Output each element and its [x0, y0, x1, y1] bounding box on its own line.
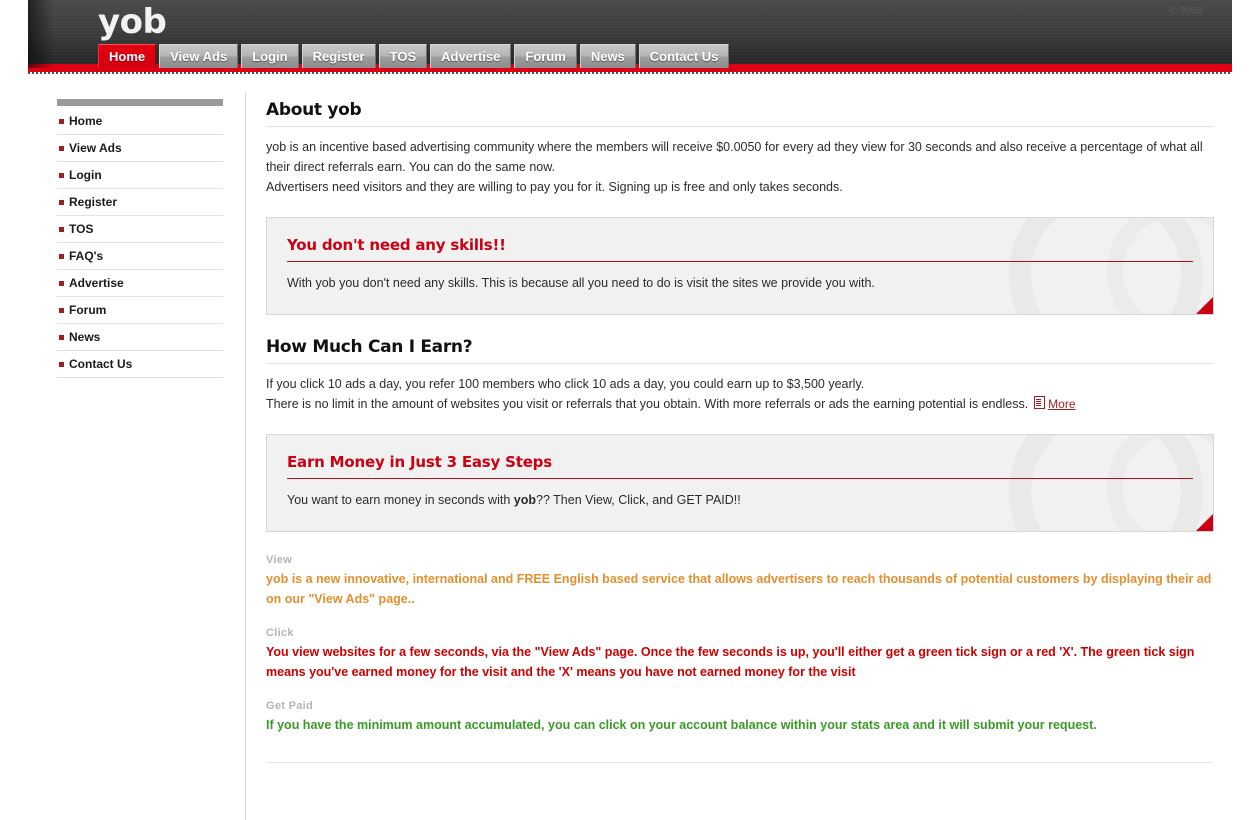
sidebar-item-faq-s[interactable]: FAQ's [57, 243, 223, 270]
nav-tab-contact-us[interactable]: Contact Us [638, 44, 730, 68]
bullet-icon [59, 362, 64, 367]
step-body: If you have the minimum amount accumulat… [266, 718, 1097, 732]
nav-tab-advertise[interactable]: Advertise [430, 44, 512, 68]
nav-tab-home[interactable]: Home [98, 44, 157, 68]
easy-steps-panel-title: Earn Money in Just 3 Easy Steps [287, 453, 552, 471]
sidebar-navigation: Home View Ads Login Register TOS FAQ's Adverti… [57, 99, 223, 378]
earn-title: How Much Can I Earn? [266, 337, 473, 357]
bullet-icon [59, 146, 64, 151]
step-text-get-paid: If you have the minimum amount accumulat… [266, 715, 1214, 735]
easy-steps-brand: yob [513, 493, 536, 507]
sidebar-item-list: Home View Ads Login Register TOS FAQ's Adverti… [57, 108, 223, 378]
step-body: is a new innovative, international and F… [266, 572, 1212, 606]
sidebar-item-label: TOS [69, 222, 94, 236]
column-divider [245, 92, 246, 820]
sidebar-item-label: Register [69, 195, 118, 209]
sidebar-item-label: Contact Us [69, 357, 133, 371]
bullet-icon [59, 308, 64, 313]
earn-paragraph-1: If you click 10 ads a day, you refer 100… [266, 377, 865, 391]
more-link[interactable]: More [1034, 394, 1076, 414]
bullet-icon [59, 254, 64, 259]
bullet-icon [59, 281, 64, 286]
sidebar-item-contact-us[interactable]: Contact Us [57, 351, 223, 378]
bullet-icon [59, 119, 64, 124]
main-navigation: Home View Ads Login Register TOS Advertise For… [98, 44, 732, 68]
nav-tab-view-ads[interactable]: View Ads [159, 44, 239, 68]
easy-steps-panel-body: Earn Money in Just 3 Easy Steps You want… [267, 435, 1213, 509]
about-paragraph-2: Advertisers need visitors and they are w… [266, 180, 843, 194]
step-text-click: You view websites for a few seconds, via… [266, 642, 1214, 682]
bullet-icon [59, 200, 64, 205]
step-text-view: yob is a new innovative, international a… [266, 569, 1214, 609]
sidebar-item-login[interactable]: Login [57, 162, 223, 189]
bullet-icon [59, 173, 64, 178]
easy-steps-panel: Earn Money in Just 3 Easy Steps You want… [266, 434, 1214, 532]
step-label-click: Click [266, 627, 294, 639]
sidebar-item-label: Login [69, 168, 102, 182]
sidebar-item-home[interactable]: Home [57, 108, 223, 135]
nav-dotted-border [28, 72, 1232, 74]
bottom-divider [266, 762, 1212, 763]
easy-steps-text-after: ?? Then View, Click, and GET PAID!! [536, 493, 741, 507]
step-label-get-paid: Get Paid [266, 700, 314, 712]
about-rule [266, 126, 1214, 127]
page-canvas: yob © 2008 Home View Ads Login Register TOS A… [0, 0, 1260, 820]
sidebar-item-label: Forum [69, 303, 107, 317]
nav-tab-tos[interactable]: TOS [378, 44, 428, 68]
site-logo[interactable]: yob [98, 2, 167, 42]
earn-paragraph-2-wrap: There is no limit in the amount of websi… [266, 394, 1214, 414]
about-title: About yob [266, 100, 362, 120]
nav-tab-forum[interactable]: Forum [514, 44, 577, 68]
bullet-icon [59, 335, 64, 340]
step-body: You view websites for a few seconds, via… [266, 645, 1195, 679]
sidebar-item-label: Home [69, 114, 103, 128]
sidebar-item-label: View Ads [69, 141, 122, 155]
more-link-label: More [1048, 397, 1076, 411]
copyright-text: © 2008 [1169, 6, 1202, 17]
step-brand: yob [266, 572, 289, 586]
about-paragraph-1: yob is an incentive based advertising co… [266, 140, 1203, 174]
sidebar-item-label: FAQ's [69, 249, 104, 263]
header-shadow [28, 0, 54, 68]
sidebar-item-tos[interactable]: TOS [57, 216, 223, 243]
steps-panel-corner-triangle [1196, 514, 1213, 531]
step-label-view: View [266, 554, 293, 566]
skills-panel-title: You don't need any skills!! [287, 236, 506, 254]
skills-panel-rule [287, 261, 1193, 262]
earn-rule [266, 363, 1214, 364]
bullet-icon [59, 227, 64, 232]
earn-paragraph-2: There is no limit in the amount of websi… [266, 397, 1029, 411]
easy-steps-panel-text: You want to earn money in seconds with y… [287, 491, 1193, 509]
sidebar-item-news[interactable]: News [57, 324, 223, 351]
easy-steps-panel-rule [287, 478, 1193, 479]
nav-tab-news[interactable]: News [579, 44, 636, 68]
sidebar-item-view-ads[interactable]: View Ads [57, 135, 223, 162]
nav-tab-login[interactable]: Login [241, 44, 299, 68]
document-icon [1034, 396, 1046, 409]
sidebar-item-label: News [69, 330, 101, 344]
earn-section: How Much Can I Earn? If you click 10 ads… [266, 337, 1214, 414]
steps-list: View yob is a new innovative, internation… [266, 554, 1214, 735]
sidebar-item-forum[interactable]: Forum [57, 297, 223, 324]
sidebar-item-advertise[interactable]: Advertise [57, 270, 223, 297]
easy-steps-text-before: You want to earn money in seconds with [287, 493, 514, 507]
skills-panel: You don't need any skills!! With yob you… [266, 217, 1214, 315]
sidebar-item-label: Advertise [69, 276, 124, 290]
nav-tab-register[interactable]: Register [301, 44, 376, 68]
skills-panel-text: With yob you don't need any skills. This… [287, 276, 875, 290]
skills-panel-body: You don't need any skills!! With yob you… [267, 218, 1213, 292]
panel-corner-triangle [1196, 297, 1213, 314]
sidebar-item-register[interactable]: Register [57, 189, 223, 216]
sidebar-header-bar [57, 99, 223, 106]
site-header: yob © 2008 Home View Ads Login Register TOS A… [28, 0, 1232, 68]
main-content: About yob yob is an incentive based adve… [266, 100, 1214, 753]
